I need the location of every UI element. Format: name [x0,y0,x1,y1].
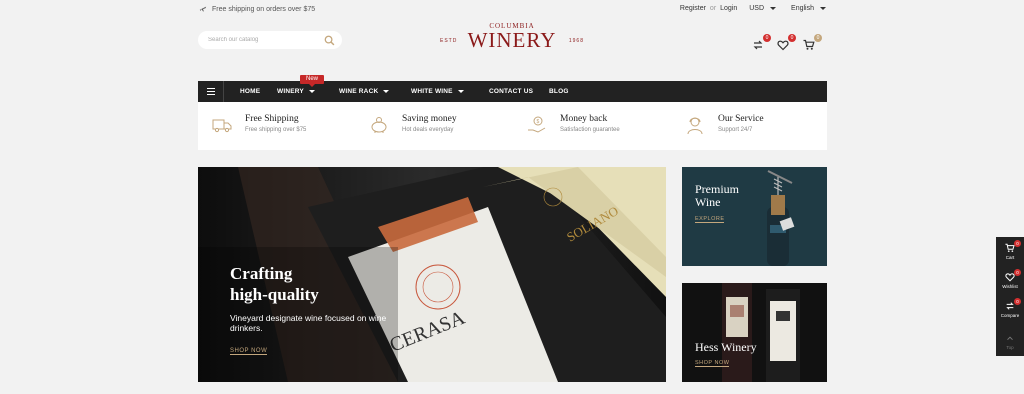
cart-count-badge: 0 [814,34,822,42]
nav-item-label: WHITE WINE [411,88,453,95]
feature-title: Saving money [402,114,457,124]
shipping-note-text: Free shipping on orders over $75 [212,5,316,13]
side-compare-label: Compare [1000,313,1020,318]
side-compare-badge: 0 [1014,298,1021,305]
promo-title-line2: Wine [695,195,721,209]
money-hand-icon: $ [528,116,546,133]
language-selector[interactable]: English [791,5,826,12]
feature-subtitle: Hot deals everyday [402,127,454,133]
compare-button[interactable]: 0 [752,34,771,52]
side-cart-badge: 0 [1014,240,1021,247]
wine-bottles-image [722,283,800,382]
nav-item-label: WINE RACK [339,88,379,95]
nav-item-white-wine[interactable]: WHITE WINE [411,88,464,95]
side-top-button[interactable]: Top [996,333,1024,350]
nav-item-label: BLOG [549,88,569,95]
language-value: English [791,5,814,12]
nav-item-label: HOME [240,88,261,95]
compare-count-badge: 0 [763,34,771,42]
hero-title-line1: Crafting [230,264,293,283]
chevron-down-icon [308,90,315,93]
register-link[interactable]: Register [680,5,706,12]
nav-item-label: CONTACT US [489,88,534,95]
cart-icon [803,39,815,50]
shipping-note: Free shipping on orders over $75 [199,5,315,13]
floating-side-panel: 0 Cart 0 Wishlist 0 Compare Top [996,237,1024,356]
side-cart-label: Cart [1005,255,1015,260]
search-box [198,31,342,49]
promo-shop-now-link[interactable]: SHOP NOW [695,360,730,367]
currency-selector[interactable]: USD [749,5,777,12]
nav-item-winery[interactable]: WINERY [277,88,315,95]
or-text: or [709,5,717,12]
main-nav: HOME WINERY WINE RACK WHITE WINE CONTACT… [198,81,827,102]
login-link[interactable]: Login [720,5,737,12]
feature-money-back: $ Money back Satisfaction guarantee [526,114,620,136]
currency-value: USD [749,5,765,12]
cart-button[interactable]: 0 [803,34,822,52]
feature-title: Free Shipping [245,114,299,124]
menu-icon-line [207,94,215,95]
search-icon[interactable] [324,35,335,46]
chevron-up-icon [1007,336,1013,341]
top-right-links: Register or Login USD English [680,5,826,12]
compare-icon [753,40,763,50]
new-badge: New [300,75,324,87]
promo-title: Premium Wine [695,183,739,209]
support-agent-icon [687,117,703,135]
hero-title: Crafting high-quality [230,263,319,305]
chevron-down-icon [383,90,390,93]
feature-subtitle: Satisfaction guarantee [560,127,620,133]
account-links: Register or Login [680,5,737,12]
side-wishlist-button[interactable]: 0 Wishlist [996,269,1024,289]
feature-title: Money back [560,114,608,124]
hero-description: Vineyard designate wine focused on wine … [230,313,387,333]
promo-title: Hess Winery [695,340,757,354]
nav-item-home[interactable]: HOME [240,88,260,95]
heart-icon [777,40,789,51]
piggy-bank-icon [371,117,387,133]
plane-icon [199,6,207,12]
hamburger-menu-button[interactable] [198,81,224,102]
feature-saving-money: Saving money Hot deals everyday [368,114,457,136]
nav-item-blog[interactable]: BLOG [549,88,569,95]
wishlist-button[interactable]: 0 [777,34,796,52]
nav-item-label: WINERY [277,88,304,95]
promo-explore-link[interactable]: EXPLORE [695,216,725,223]
feature-our-service: Our Service Support 24/7 [684,114,764,136]
hero-shop-now-link[interactable]: SHOP NOW [230,348,268,355]
nav-item-wine-rack[interactable]: WINE RACK [339,88,390,95]
logo-name: WINERY [467,28,557,52]
feature-subtitle: Free shipping over $75 [245,127,307,133]
feature-title: Our Service [718,114,764,124]
chevron-down-icon [820,7,826,10]
side-top-label: Top [1006,345,1014,350]
features-bar: Free Shipping Free shipping over $75 Sav… [198,102,827,150]
logo-estd: ESTD [440,38,458,44]
svg-text:$: $ [537,119,540,125]
side-compare-button[interactable]: 0 Compare [996,298,1024,318]
feature-subtitle: Support 24/7 [718,127,753,133]
site-logo[interactable]: COLUMBIA WINERY ESTD 1968 [440,22,584,54]
top-bar: Free shipping on orders over $75 Registe… [0,0,1024,22]
menu-icon-line [207,91,215,92]
nav-item-contact-us[interactable]: CONTACT US [489,88,533,95]
wishlist-count-badge: 0 [788,34,796,42]
chevron-down-icon [770,7,777,10]
promo-hess-winery[interactable]: Hess Winery SHOP NOW [682,283,827,382]
hero-title-line2: high-quality [230,285,319,304]
chevron-down-icon [457,90,464,93]
side-wishlist-badge: 0 [1014,269,1021,276]
menu-icon-line [207,88,215,89]
side-wishlist-label: Wishlist [1002,284,1018,289]
hero-banner: CERASA SOLIANO Crafting high-quality Vin… [198,167,666,382]
logo-year: 1968 [568,38,584,44]
feature-free-shipping: Free Shipping Free shipping over $75 [211,114,306,136]
promo-premium-wine[interactable]: Premium Wine EXPLORE [682,167,827,266]
truck-icon [212,119,232,133]
search-input[interactable] [198,31,316,49]
page: Free shipping on orders over $75 Registe… [0,0,1024,394]
side-cart-button[interactable]: 0 Cart [996,240,1024,260]
